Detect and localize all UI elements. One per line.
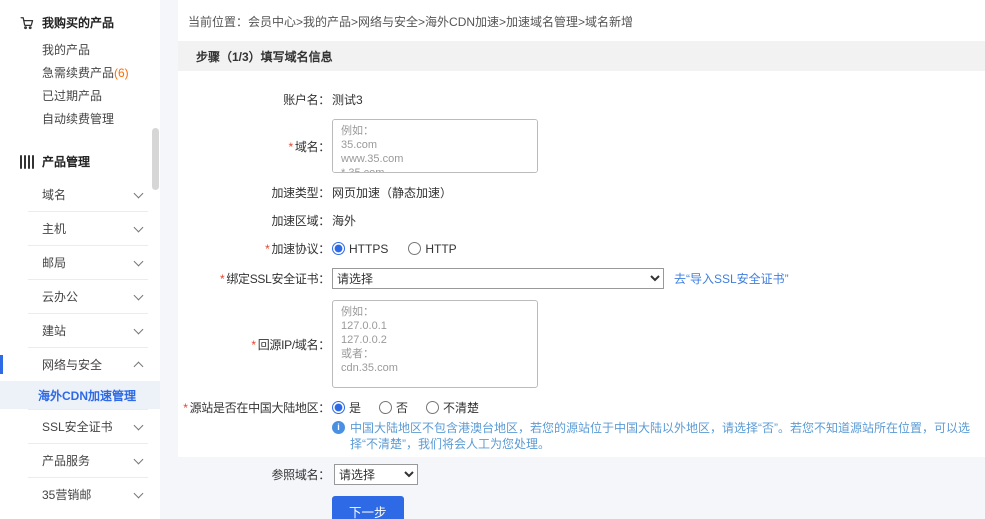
breadcrumb: 当前位置：会员中心>我的产品>网络与安全>海外CDN加速>加速域名管理>域名新增 bbox=[178, 0, 985, 41]
domain-textarea[interactable] bbox=[332, 119, 538, 173]
required-asterisk: * bbox=[289, 140, 293, 154]
sidebar-group-title: 我购买的产品 bbox=[42, 14, 114, 31]
ssl-cert-select[interactable]: 请选择 bbox=[332, 268, 664, 289]
form-row-origin: *回源IP/域名： bbox=[178, 300, 985, 388]
sidebar-item-network-security[interactable]: 网络与安全 bbox=[0, 348, 160, 381]
chevron-down-icon bbox=[134, 256, 144, 266]
next-step-button[interactable]: 下一步 bbox=[332, 496, 404, 519]
mainland-no-radio[interactable] bbox=[379, 401, 392, 414]
https-radio[interactable] bbox=[332, 242, 345, 255]
chevron-down-icon bbox=[134, 290, 144, 300]
sidebar-item-hosting[interactable]: 主机 bbox=[0, 212, 160, 245]
reference-domain-select[interactable]: 请选择 bbox=[334, 464, 418, 485]
mainland-label: *源站是否在中国大陆地区： bbox=[178, 399, 330, 416]
account-label: 账户名： bbox=[178, 91, 330, 108]
import-ssl-cert-link[interactable]: 去“导入SSL安全证书” bbox=[674, 270, 789, 287]
main-content: 当前位置：会员中心>我的产品>网络与安全>海外CDN加速>加速域名管理>域名新增… bbox=[178, 0, 985, 457]
chevron-up-icon bbox=[134, 362, 144, 372]
accel-region-label: 加速区域： bbox=[178, 212, 330, 229]
accel-region-value: 海外 bbox=[332, 212, 356, 229]
reference-label: 参照域名： bbox=[178, 466, 330, 483]
form-row-protocol: *加速协议： HTTPS HTTP bbox=[178, 240, 985, 257]
form-row-accel-region: 加速区域： 海外 bbox=[178, 212, 985, 229]
sidebar-group-title: 产品管理 bbox=[42, 153, 90, 170]
chevron-down-icon bbox=[134, 488, 144, 498]
sidebar-item-expired-products[interactable]: 已过期产品 bbox=[0, 85, 160, 108]
http-radio[interactable] bbox=[408, 242, 421, 255]
required-asterisk: * bbox=[265, 242, 269, 256]
sidebar-item-35-marketing-mail[interactable]: 35营销邮 bbox=[0, 478, 160, 511]
sidebar-group-product-mgmt[interactable]: 产品管理 bbox=[0, 139, 160, 178]
active-indicator bbox=[0, 355, 3, 374]
mainland-unsure-radio[interactable] bbox=[426, 401, 439, 414]
sidebar-item-site-builder[interactable]: 建站 bbox=[0, 314, 160, 347]
renewal-count-badge: (6) bbox=[114, 66, 129, 80]
sidebar-item-ssl-cert[interactable]: SSL安全证书 bbox=[0, 410, 160, 443]
grid-icon bbox=[20, 155, 34, 169]
required-asterisk: * bbox=[183, 401, 187, 415]
form-row-accel-type: 加速类型： 网页加速（静态加速） bbox=[178, 184, 985, 201]
account-value: 测试3 bbox=[332, 91, 363, 108]
sidebar: 我购买的产品 我的产品 急需续费产品(6) 已过期产品 自动续费管理 产品管理 … bbox=[0, 0, 160, 519]
required-asterisk: * bbox=[251, 338, 255, 352]
protocol-label: *加速协议： bbox=[178, 240, 330, 257]
domain-label: *域名： bbox=[178, 138, 330, 155]
sidebar-item-my-products[interactable]: 我的产品 bbox=[0, 39, 160, 62]
chevron-down-icon bbox=[134, 222, 144, 232]
sidebar-item-renewal-urgent[interactable]: 急需续费产品(6) bbox=[0, 62, 160, 85]
form-actions: 下一步 bbox=[332, 496, 985, 519]
step-header: 步骤（1/3）填写域名信息 bbox=[178, 41, 985, 71]
sidebar-item-domain[interactable]: 域名 bbox=[0, 178, 160, 211]
accel-type-value: 网页加速（静态加速） bbox=[332, 184, 452, 201]
mainland-option-no[interactable]: 否 bbox=[379, 399, 408, 416]
mainland-notice: 中国大陆地区不包含港澳台地区，若您的源站位于中国大陆以外地区，请选择“否”。若您… bbox=[332, 420, 985, 452]
accel-type-label: 加速类型： bbox=[178, 184, 330, 201]
protocol-option-https[interactable]: HTTPS bbox=[332, 242, 388, 256]
sidebar-item-auto-renewal[interactable]: 自动续费管理 bbox=[0, 108, 160, 131]
form-row-mainland: *源站是否在中国大陆地区： 是 否 不清楚 bbox=[178, 399, 985, 416]
sidebar-item-overseas-cdn[interactable]: 海外CDN加速管理 bbox=[0, 381, 160, 409]
origin-label: *回源IP/域名： bbox=[178, 336, 330, 353]
chevron-down-icon bbox=[134, 188, 144, 198]
chevron-down-icon bbox=[134, 454, 144, 464]
form-row-ssl-cert: *绑定SSL安全证书： 请选择 去“导入SSL安全证书” bbox=[178, 268, 985, 289]
ssl-cert-label: *绑定SSL安全证书： bbox=[178, 270, 330, 287]
sidebar-scrollbar[interactable] bbox=[152, 128, 159, 190]
origin-textarea[interactable] bbox=[332, 300, 538, 388]
chevron-down-icon bbox=[134, 420, 144, 430]
form-row-reference: 参照域名： 请选择 bbox=[178, 464, 985, 485]
sidebar-item-cloud-office[interactable]: 云办公 bbox=[0, 280, 160, 313]
sidebar-group-purchased[interactable]: 我购买的产品 bbox=[0, 0, 160, 39]
form-row-account: 账户名： 测试3 bbox=[178, 91, 985, 108]
protocol-option-http[interactable]: HTTP bbox=[408, 242, 456, 256]
domain-form: 账户名： 测试3 *域名： 加速类型： 网页加速（静态加速） 加速区域： 海外 … bbox=[178, 71, 985, 519]
cart-icon bbox=[20, 16, 34, 30]
notice-text: 中国大陆地区不包含港澳台地区，若您的源站位于中国大陆以外地区，请选择“否”。若您… bbox=[350, 420, 980, 452]
mainland-option-yes[interactable]: 是 bbox=[332, 399, 361, 416]
form-row-domain: *域名： bbox=[178, 119, 985, 173]
info-icon bbox=[332, 421, 345, 434]
required-asterisk: * bbox=[220, 272, 224, 286]
mainland-option-unsure[interactable]: 不清楚 bbox=[426, 399, 479, 416]
page: 我购买的产品 我的产品 急需续费产品(6) 已过期产品 自动续费管理 产品管理 … bbox=[0, 0, 985, 519]
sidebar-item-product-service[interactable]: 产品服务 bbox=[0, 444, 160, 477]
chevron-down-icon bbox=[134, 324, 144, 334]
sidebar-item-mail[interactable]: 邮局 bbox=[0, 246, 160, 279]
mainland-yes-radio[interactable] bbox=[332, 401, 345, 414]
step-title: 步骤（1/3）填写域名信息 bbox=[196, 48, 333, 65]
